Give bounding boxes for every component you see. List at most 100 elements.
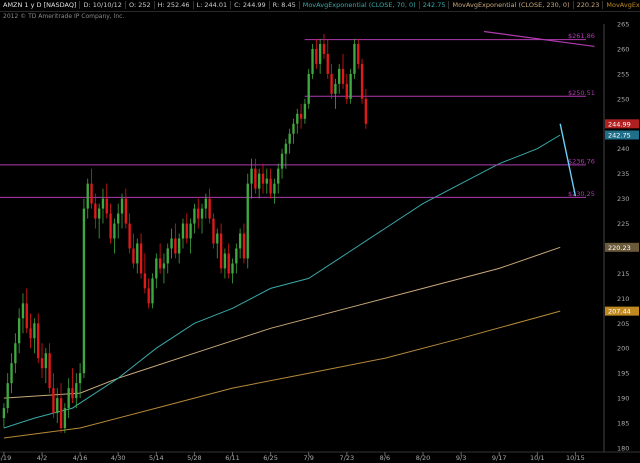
y-tick-label: 205 [617, 320, 629, 328]
candle-body [78, 373, 82, 384]
candle-body [219, 233, 223, 269]
candle-body [330, 73, 333, 94]
x-tick-label: 9/3 [456, 454, 466, 462]
candle-body [345, 83, 348, 99]
candle-body [132, 248, 135, 264]
x-tick-label: 5/28 [187, 454, 202, 462]
candle-body [360, 63, 364, 99]
candle-body [246, 183, 249, 259]
candle-body [67, 388, 70, 409]
candle-body [158, 258, 162, 269]
x-tick-label: 9/17 [492, 454, 507, 462]
candle-body [261, 173, 265, 184]
candle-body [128, 223, 131, 249]
candle-body [204, 198, 208, 209]
candle-body [33, 323, 36, 339]
candle-body [21, 303, 25, 319]
candle-body [269, 178, 272, 194]
candle-body [326, 53, 329, 74]
candle-body [288, 133, 291, 144]
x-tick-label: 6/11 [225, 454, 240, 462]
ema230-value-tag: 220.23 [608, 244, 631, 252]
ema230-line [3, 246, 561, 399]
candle-body [223, 253, 227, 269]
x-tick-label: 4/2 [37, 454, 47, 462]
candle-body [273, 183, 276, 194]
candle-body [40, 358, 44, 369]
price-chart[interactable]: 1801851901952002052102152202252302352402… [0, 0, 640, 463]
y-tick-label: 235 [617, 170, 629, 178]
candle-body [341, 68, 345, 84]
candle-body [105, 198, 108, 214]
candle-body [299, 113, 303, 119]
candle-body [338, 68, 341, 84]
candle-body [250, 168, 253, 184]
candle-body [124, 198, 128, 224]
candle-body [17, 318, 21, 344]
y-tick-label: 215 [617, 270, 629, 278]
candle-body [52, 388, 55, 414]
candle-body [147, 288, 150, 304]
candle-body [200, 208, 204, 219]
last-price-tag: 244.99 [608, 120, 631, 128]
y-tick-label: 200 [617, 345, 629, 353]
candle-body [86, 183, 89, 209]
candle-body [353, 43, 356, 74]
candle-body [59, 398, 63, 429]
candle-body [357, 43, 360, 64]
candle-body [231, 263, 234, 274]
ema70-value-tag: 242.75 [608, 131, 631, 139]
y-tick-label: 250 [617, 95, 629, 103]
y-tick-label: 260 [617, 45, 629, 53]
candle-body [296, 113, 299, 124]
y-tick-label: 185 [617, 420, 629, 428]
x-tick-label: 7/23 [340, 454, 355, 462]
candle-body [90, 183, 93, 204]
price-level-label: $230.25 [568, 190, 595, 198]
candle-body [120, 198, 124, 214]
x-tick-label: 7/9 [303, 454, 313, 462]
candle-body [82, 208, 86, 374]
candle-body [322, 43, 326, 54]
candle-body [29, 328, 32, 339]
candle-body [139, 243, 143, 274]
x-tick-label: 6/25 [263, 454, 278, 462]
candle-body [25, 303, 28, 329]
candle-body [238, 233, 242, 249]
candle-body [48, 353, 51, 389]
x-tick-label: 3/19 [0, 454, 11, 462]
candle-body [303, 103, 307, 119]
candle-body [292, 123, 295, 134]
candle-body [117, 213, 120, 224]
candle-body [197, 208, 200, 219]
y-tick-label: 255 [617, 70, 629, 78]
y-tick-label: 230 [617, 195, 629, 203]
candle-body [44, 353, 47, 369]
candle-body [193, 208, 196, 224]
candle-body [227, 253, 230, 274]
candle-body [109, 213, 112, 239]
price-level-label: $250.51 [568, 89, 595, 97]
y-tick-label: 190 [617, 395, 629, 403]
candle-body [216, 233, 219, 244]
candle-body [277, 168, 280, 184]
y-tick-label: 240 [617, 145, 629, 153]
candle-body [265, 178, 268, 184]
candle-body [235, 248, 238, 264]
candle-body [208, 198, 211, 219]
candle-body [284, 143, 288, 154]
candle-body [10, 363, 13, 384]
x-tick-label: 4/30 [111, 454, 126, 462]
candle-body [136, 243, 139, 264]
x-tick-label: 8/6 [380, 454, 390, 462]
candle-body [280, 153, 284, 169]
candle-body [170, 238, 173, 249]
candle-body [56, 398, 59, 414]
y-tick-label: 180 [617, 445, 629, 453]
candle-body [189, 223, 192, 239]
x-tick-label: 10/1 [530, 454, 545, 462]
candle-body [315, 48, 318, 64]
candle-body [177, 238, 181, 254]
candle-body [166, 248, 169, 264]
y-tick-label: 225 [617, 220, 629, 228]
